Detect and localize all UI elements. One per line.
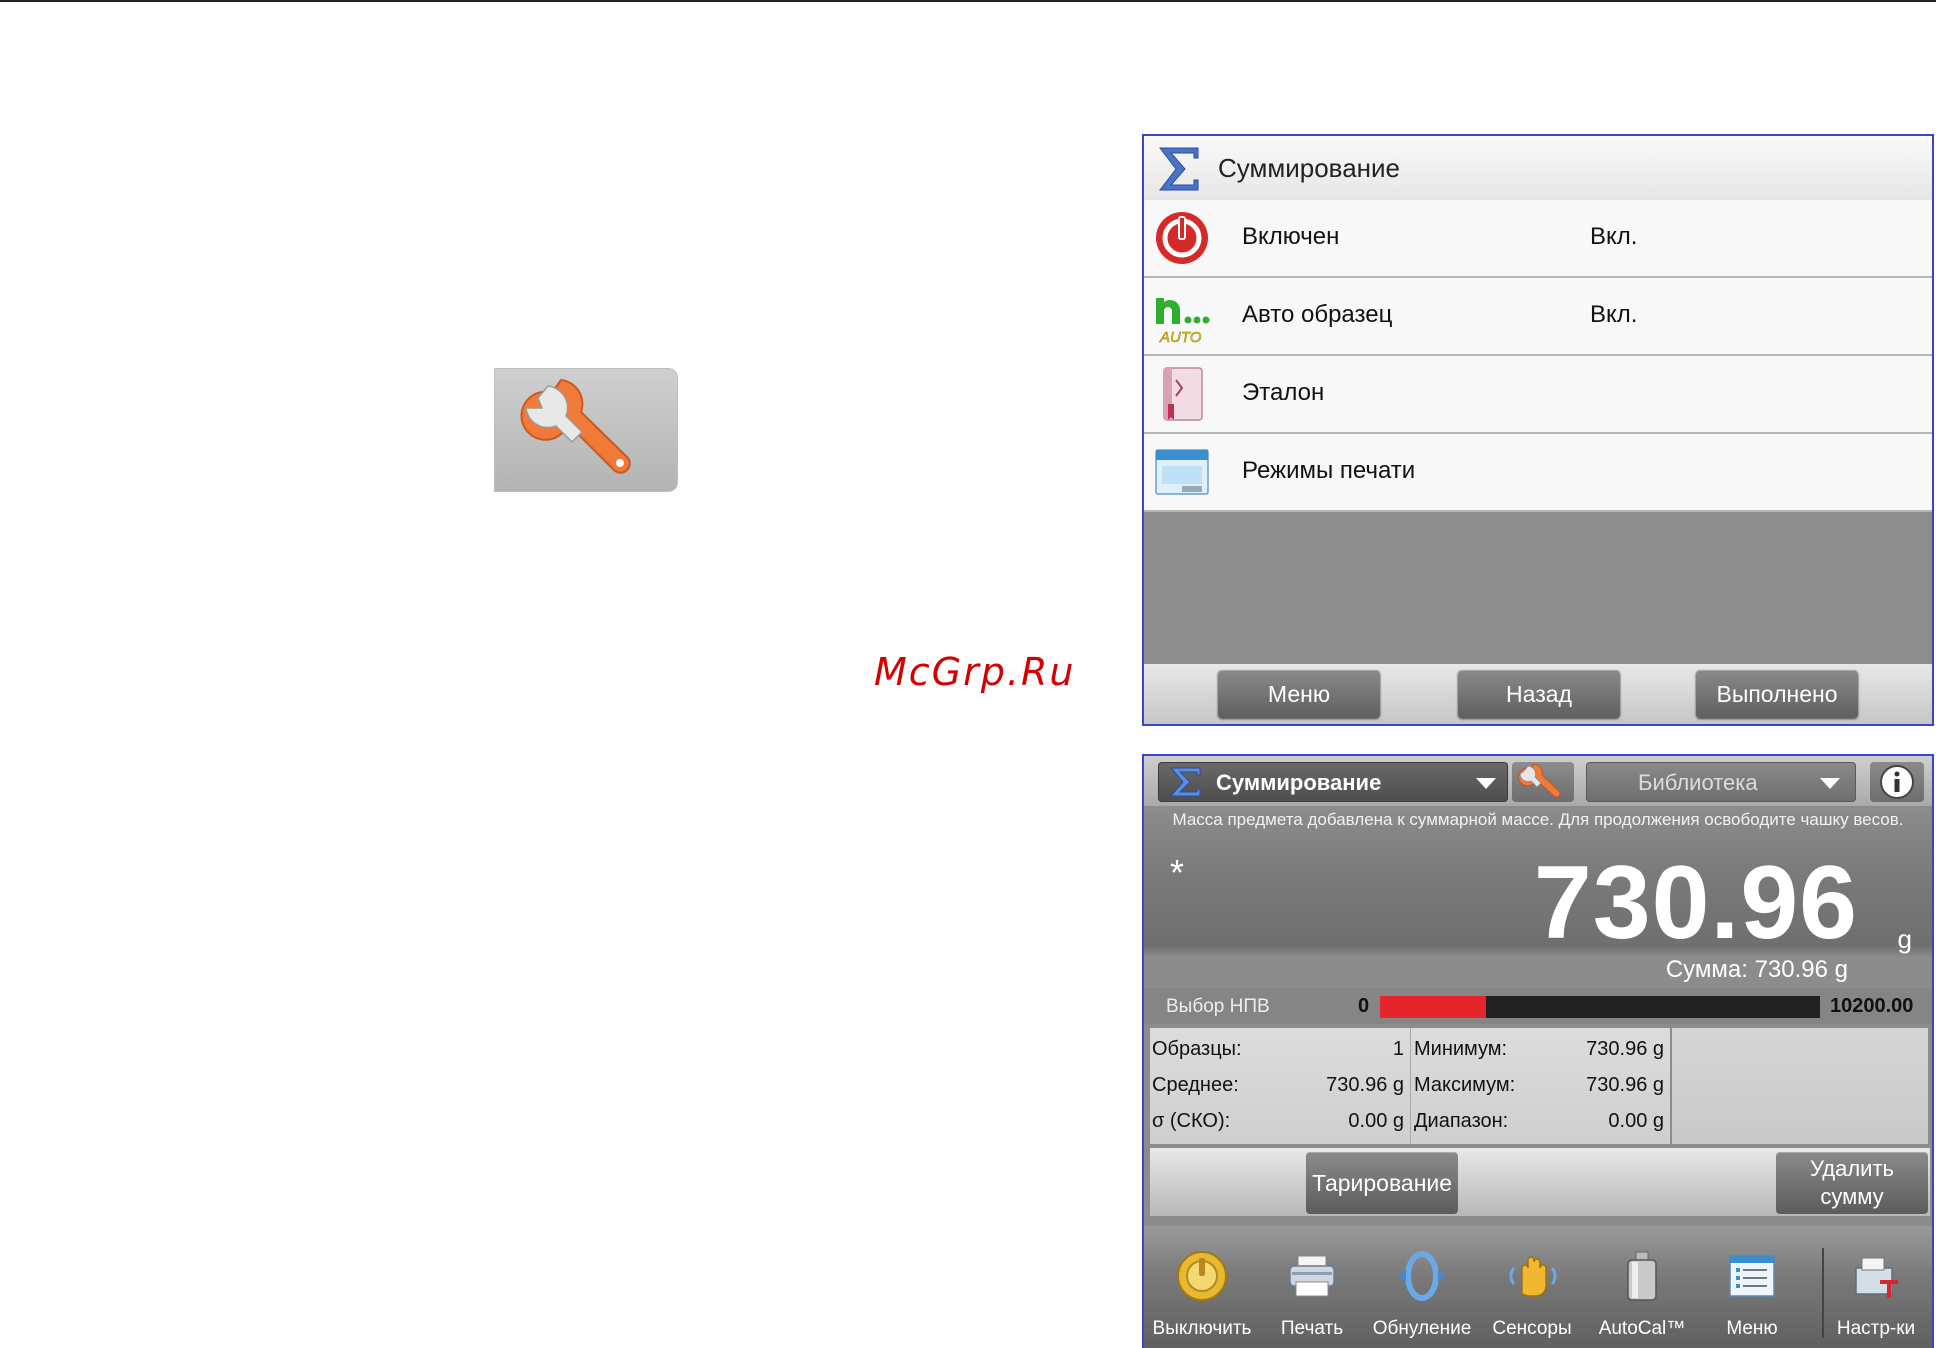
- chevron-down-icon: [1476, 778, 1496, 789]
- weight-unit: g: [1897, 924, 1912, 954]
- stat-label: Диапазон:: [1414, 1110, 1509, 1132]
- library-dropdown[interactable]: Библиотека: [1586, 762, 1856, 802]
- scale-main-screen: Суммирование Библиотека Масса предмета д…: [1142, 754, 1934, 1348]
- stat-label: σ (СКО):: [1152, 1110, 1231, 1132]
- toolbar-label: Обнуление: [1372, 1318, 1472, 1339]
- toolbar-label: AutoCal™: [1598, 1318, 1686, 1339]
- clear-total-label-line2: сумму: [1820, 1184, 1884, 1209]
- column-divider: [1410, 1028, 1411, 1144]
- auto-sample-icon: AUTO: [1156, 298, 1210, 346]
- menu-item-print-modes[interactable]: Режимы печати: [1144, 434, 1932, 512]
- print-mode-icon: [1155, 449, 1209, 495]
- capacity-min: 0: [1358, 995, 1370, 1017]
- capacity-bar-row: Выбор НПВ 0 10200.00: [1144, 988, 1932, 1024]
- sigma-icon: [1169, 767, 1201, 797]
- toolbar-menu[interactable]: Меню: [1704, 1226, 1800, 1348]
- statistics-table: Образцы: 1 Среднее: 730.96 g σ (СКО): 0.…: [1150, 1028, 1670, 1144]
- reference-book-icon: [1163, 367, 1203, 421]
- panel-title: Суммирование: [1218, 153, 1400, 183]
- setup-wrench-button[interactable]: [494, 368, 678, 492]
- toolbar-label: Меню: [1726, 1318, 1778, 1339]
- statistics-empty-cell: [1672, 1028, 1928, 1144]
- menu-item-value: Вкл.: [1590, 301, 1638, 328]
- stat-value: 0.00 g: [1608, 1110, 1664, 1132]
- panel-header: Суммирование: [1144, 136, 1932, 201]
- toolbar-zero[interactable]: Обнуление: [1373, 1226, 1471, 1348]
- power-off-icon: [1177, 1251, 1227, 1301]
- back-button[interactable]: Назад: [1458, 670, 1620, 718]
- stat-label: Минимум:: [1414, 1038, 1508, 1060]
- toolbar-settings[interactable]: Настр-ки: [1828, 1226, 1924, 1348]
- sigma-icon: [1158, 147, 1199, 191]
- printer-icon: [1289, 1255, 1335, 1297]
- capacity-track: [1380, 996, 1820, 1018]
- chevron-down-icon: [1820, 778, 1840, 789]
- menu-item-auto-sample[interactable]: AUTO Авто образец Вкл.: [1144, 278, 1932, 356]
- menu-item-label: Режимы печати: [1242, 457, 1416, 484]
- library-dropdown-label: Библиотека: [1638, 770, 1758, 795]
- menu-item-label: Включен: [1242, 223, 1340, 250]
- done-button[interactable]: Выполнено: [1696, 670, 1858, 718]
- clear-total-button[interactable]: Удалить сумму: [1776, 1152, 1928, 1214]
- mode-dropdown-label: Суммирование: [1216, 770, 1382, 795]
- stat-label: Образцы:: [1152, 1038, 1242, 1060]
- toolbar-autocal[interactable]: AutoCal™: [1594, 1226, 1690, 1348]
- toolbar-power-off[interactable]: Выключить: [1153, 1226, 1251, 1348]
- menu-item-enabled[interactable]: Включен Вкл.: [1144, 200, 1932, 278]
- toolbar-label: Настр-ки: [1836, 1318, 1916, 1339]
- mode-dropdown[interactable]: Суммирование: [1158, 762, 1508, 802]
- power-icon: [1156, 212, 1208, 264]
- toolbar-label: Выключить: [1152, 1318, 1252, 1339]
- sensor-hand-icon: [1509, 1256, 1557, 1297]
- menu-item-reference[interactable]: Эталон: [1144, 356, 1932, 434]
- stat-value: 730.96 g: [1326, 1074, 1404, 1096]
- stat-label: Среднее:: [1152, 1074, 1239, 1096]
- toolbar-label: Сенсоры: [1492, 1318, 1572, 1339]
- info-icon: [1880, 765, 1914, 799]
- summation-settings-panel: Суммирование Включен Вкл. AUTO Авто обра…: [1142, 134, 1934, 726]
- toolbar-print[interactable]: Печать: [1264, 1226, 1360, 1348]
- capacity-label: Выбор НПВ: [1166, 996, 1270, 1017]
- menu-item-label: Эталон: [1242, 379, 1325, 406]
- menu-icon: [1729, 1255, 1775, 1297]
- status-message: Масса предмета добавлена к суммарной мас…: [1172, 810, 1904, 829]
- setup-wrench-button[interactable]: [1512, 762, 1574, 802]
- calibration-weight-icon: [1627, 1251, 1657, 1301]
- weight-readout: 730.96: [1533, 845, 1858, 961]
- zero-icon: [1398, 1251, 1446, 1301]
- toolbar-label: Печать: [1280, 1318, 1344, 1339]
- top-rule: [0, 0, 1936, 2]
- stable-indicator: *: [1170, 852, 1185, 893]
- wrench-icon: [1518, 763, 1561, 798]
- total-readout: Сумма: 730.96 g: [1665, 956, 1848, 983]
- toolbar-sensors[interactable]: Сенсоры: [1484, 1226, 1580, 1348]
- svg-text:AUTO: AUTO: [1159, 329, 1202, 346]
- wrench-icon: [520, 378, 631, 474]
- menu-item-label: Авто образец: [1242, 301, 1393, 328]
- panel-footer: Меню Назад Выполнено: [1144, 664, 1932, 724]
- stat-value: 1: [1392, 1038, 1404, 1060]
- tare-button[interactable]: Тарирование: [1306, 1152, 1458, 1214]
- capacity-max: 10200.00: [1830, 995, 1914, 1017]
- stat-value: 730.96 g: [1586, 1074, 1664, 1096]
- stat-value: 0.00 g: [1348, 1110, 1404, 1132]
- info-button[interactable]: [1870, 762, 1924, 802]
- clear-total-label-line1: Удалить: [1810, 1156, 1894, 1181]
- stat-label: Максимум:: [1414, 1074, 1516, 1096]
- capacity-fill: [1380, 996, 1486, 1018]
- bottom-toolbar: Выключить Печать Обнуление Сенсоры AutoC…: [1144, 1226, 1932, 1348]
- menu-item-value: Вкл.: [1590, 223, 1638, 250]
- watermark: McGrp.Ru: [874, 650, 1076, 694]
- mode-bar: Суммирование Библиотека: [1144, 756, 1932, 806]
- settings-icon: [1855, 1257, 1898, 1298]
- menu-button[interactable]: Меню: [1218, 670, 1380, 718]
- stat-value: 730.96 g: [1586, 1038, 1664, 1060]
